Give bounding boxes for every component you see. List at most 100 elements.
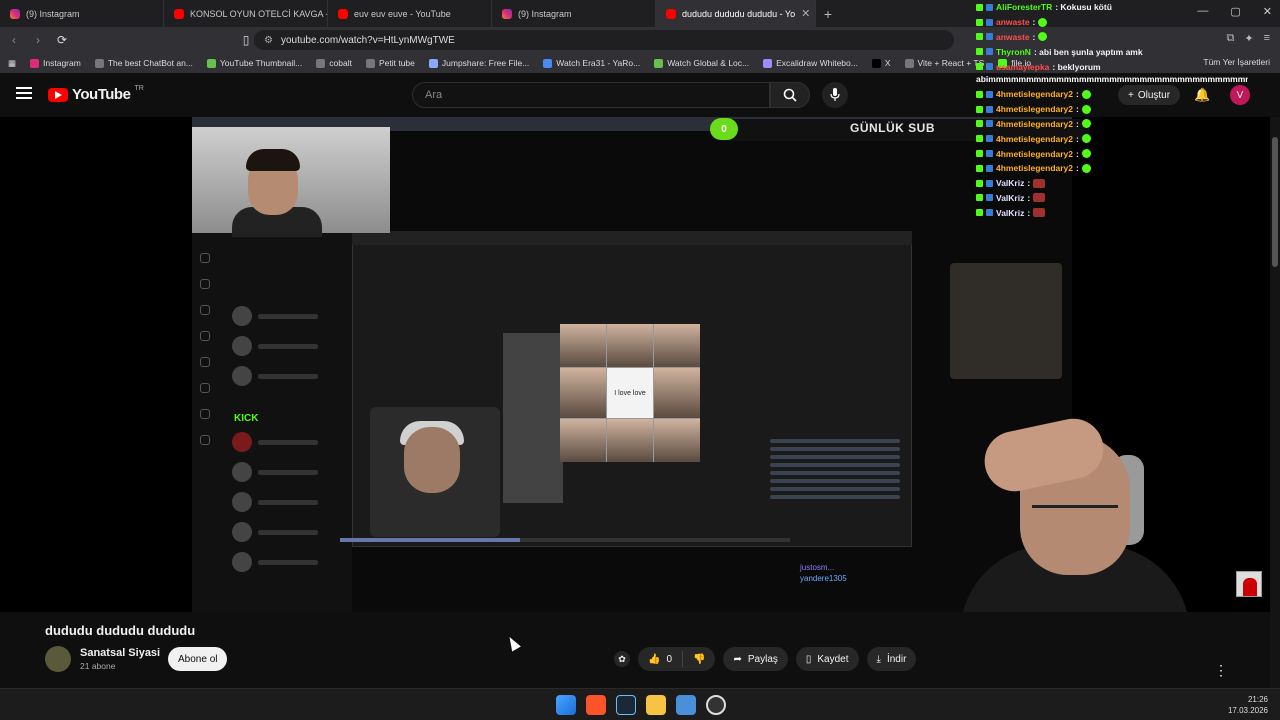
subscribe-button[interactable]: Abone ol	[168, 647, 228, 671]
bookmark-icon	[316, 58, 326, 68]
search-button[interactable]	[770, 82, 810, 108]
chat-line: 4hmetislegendary2:	[976, 87, 1266, 102]
logo-text: YouTube	[72, 86, 131, 103]
sub-goal-label: GÜNLÜK SUB	[850, 121, 935, 135]
brave-browser-icon[interactable]	[586, 695, 606, 715]
youtube-logo[interactable]: YouTube TR	[48, 85, 144, 103]
video-title: dududu dududu dududu	[45, 623, 196, 638]
tab-dududu[interactable]: dududu dududu dududu - Yo ✕	[656, 0, 816, 27]
apps-icon[interactable]: ▦	[8, 58, 16, 69]
address-bar[interactable]: ⚙ youtube.com/watch?v=HtLynMWgTWE	[254, 30, 954, 50]
back-icon[interactable]: ‹	[4, 33, 24, 47]
chat-message: : Kokusu kötü	[1055, 2, 1112, 13]
chat-line: 4hmetislegendary2:	[976, 131, 1266, 146]
channel-name[interactable]: Sanatsal Siyasi	[80, 647, 160, 659]
chat-user: anwaste	[996, 31, 1030, 42]
captured-sidebar-icons	[200, 237, 214, 461]
like-dislike-group: 👍 0 👎	[638, 647, 716, 671]
photo-collage: I love love	[560, 324, 700, 462]
chat-line: 4hmetislegendary2:	[976, 117, 1266, 132]
emote-icon	[1033, 193, 1046, 203]
bookmark-icon	[206, 58, 216, 68]
bookmark-item[interactable]: cobalt	[316, 58, 352, 68]
search-input[interactable]: Ara	[412, 82, 770, 108]
bookmark-icon	[763, 58, 773, 68]
close-tab-icon[interactable]: ✕	[801, 7, 810, 20]
voice-search-button[interactable]	[822, 82, 848, 108]
chat-overlay: AliForesterTR: Kokusu kötü anwaste: anwa…	[976, 0, 1266, 220]
bookmark-item[interactable]: Excalidraw Whitebo...	[763, 58, 858, 68]
chat-user: ThyronN	[996, 46, 1031, 57]
emote-icon	[1038, 32, 1048, 42]
bookmark-item[interactable]: Petit tube	[365, 58, 415, 68]
bookmark-item[interactable]: Watch Era31 - YaRo...	[543, 58, 640, 68]
share-button[interactable]: ➦ Paylaş	[723, 647, 788, 671]
windows-start-icon[interactable]	[556, 695, 576, 715]
steam-icon[interactable]	[616, 695, 636, 715]
page-scrollbar[interactable]	[1270, 117, 1280, 688]
chat-user: 4hmetislegendary2	[996, 148, 1074, 159]
bookmark-item[interactable]: X	[871, 58, 891, 68]
channel-avatar[interactable]	[45, 646, 71, 672]
chat-user: 4hmetislegendary2	[996, 133, 1074, 144]
app-icon[interactable]	[706, 695, 726, 715]
download-button[interactable]: ⤓ İndir	[866, 647, 917, 671]
emote-icon	[1033, 178, 1046, 188]
download-icon: ⤓	[876, 653, 881, 665]
dislike-button[interactable]: 👎	[683, 647, 715, 671]
chat-user: 4hmetislegendary2	[996, 104, 1074, 115]
bookmark-icon: ▯	[805, 653, 812, 665]
chat-user: ValKriz	[996, 192, 1025, 203]
dm-row	[232, 333, 342, 359]
bookmark-item[interactable]: The best ChatBot an...	[94, 58, 193, 68]
like-button[interactable]: 👍 0	[638, 647, 682, 671]
file-explorer-icon[interactable]	[646, 695, 666, 715]
sub-counter: 0	[710, 118, 738, 140]
bookmark-item[interactable]: Watch Global & Loc...	[654, 58, 749, 68]
streamer-avatar	[1236, 571, 1262, 597]
stream-chat-snippet: justosm... yandere1305	[800, 562, 847, 584]
tab-label: KONSOL OYUN OTELCİ KAVGA - You	[190, 8, 327, 19]
bookmark-item[interactable]: YouTube Thumbnail...	[206, 58, 302, 68]
mouse-cursor-icon	[505, 634, 521, 652]
search-icon	[783, 88, 797, 102]
extension-icon[interactable]: ✿	[614, 651, 630, 667]
tab-instagram-2[interactable]: (9) Instagram	[492, 0, 656, 27]
chat-user: ValKriz	[996, 207, 1025, 218]
chat-user: justosm...	[800, 563, 835, 572]
bookmark-icon	[543, 58, 553, 68]
dm-row	[232, 429, 342, 455]
system-clock[interactable]: 21:26 17.03.2026	[1228, 694, 1268, 716]
chat-spam: abimmmmmmmmmmmmmmmmmmmmmmmmmmmmmmmmmmmmm…	[976, 73, 1248, 84]
bookmark-item[interactable]: Vite + React + TS	[904, 58, 984, 68]
scrollbar-thumb[interactable]	[1272, 137, 1278, 267]
site-settings-icon[interactable]: ⚙	[264, 35, 273, 46]
save-button[interactable]: ▯ Kaydet	[795, 647, 859, 671]
forward-icon[interactable]: ›	[28, 33, 48, 47]
bookmark-item[interactable]: Jumpshare: Free File...	[428, 58, 529, 68]
webcam-overlay	[192, 127, 390, 237]
tab-euv[interactable]: euv euv euve - YouTube	[328, 0, 492, 27]
tab-instagram-1[interactable]: (9) Instagram	[0, 0, 164, 27]
bookmark-icon[interactable]: ▯	[236, 33, 256, 47]
app-icon[interactable]	[676, 695, 696, 715]
chat-message: :	[1076, 163, 1079, 174]
youtube-icon	[666, 8, 676, 19]
more-options-icon[interactable]: ⋮	[1214, 662, 1228, 679]
clock-time: 21:26	[1247, 695, 1268, 704]
emote-icon	[1081, 89, 1091, 99]
collage-text: I love love	[607, 368, 653, 418]
bookmark-icon	[904, 58, 914, 68]
taskbar-apps	[556, 695, 726, 715]
new-tab-button[interactable]: +	[816, 6, 840, 22]
chat-user: anwaste	[996, 17, 1030, 28]
chat-line: AliForesterTR: Kokusu kötü	[976, 0, 1266, 15]
reload-icon[interactable]: ⟳	[52, 33, 72, 47]
microphone-icon	[830, 88, 840, 101]
bookmark-item[interactable]: Instagram	[30, 58, 81, 68]
menu-icon[interactable]	[16, 87, 32, 99]
tab-konsol[interactable]: KONSOL OYUN OTELCİ KAVGA - You	[164, 0, 328, 27]
chat-message: :	[1032, 17, 1036, 28]
collage-strip	[503, 333, 563, 503]
screen: (9) Instagram KONSOL OYUN OTELCİ KAVGA -…	[0, 0, 1280, 720]
